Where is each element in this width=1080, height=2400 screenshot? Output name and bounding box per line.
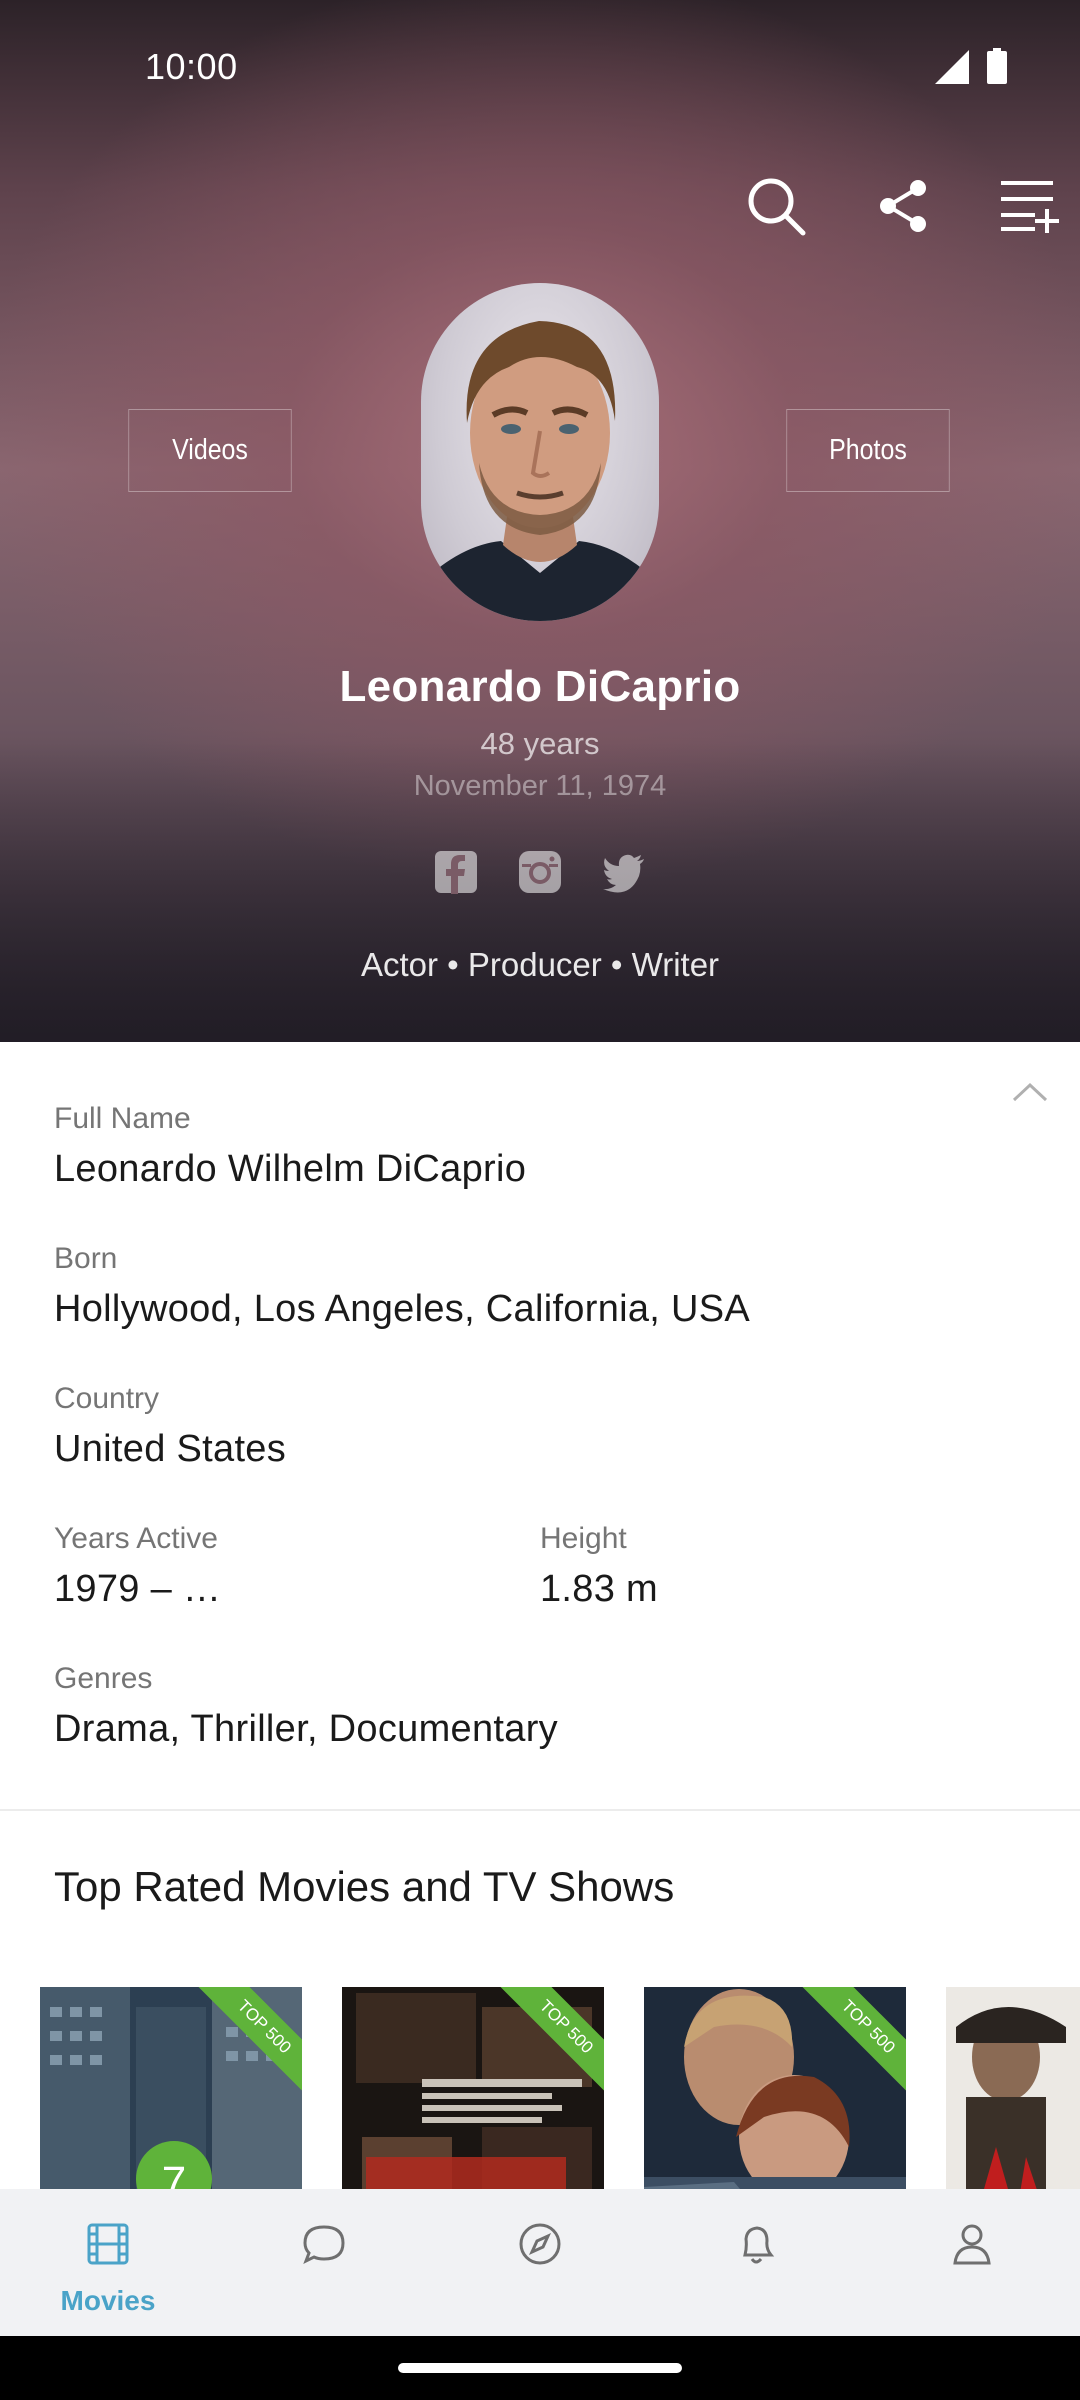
film-icon — [87, 2223, 129, 2265]
actor-name: Leonardo DiCaprio — [339, 662, 741, 711]
top-rated-title: Top Rated Movies and TV Shows — [54, 1863, 675, 1910]
born-value[interactable]: Hollywood, Los Angeles, California, USA — [54, 1288, 750, 1331]
add-to-list-button[interactable] — [994, 170, 1066, 242]
share-button[interactable] — [868, 170, 940, 242]
search-icon — [748, 178, 806, 236]
collapse-button[interactable] — [1002, 1072, 1058, 1112]
details-panel: Full Name Leonardo Wilhelm DiCaprio Born… — [0, 1042, 1080, 1810]
header-actions — [740, 170, 1080, 250]
poster-card[interactable]: TOP 500 — [342, 1987, 604, 2189]
profile-header: 10:00 Videos Photos Leonardo DiCaprio 48… — [0, 0, 1080, 1042]
chevron-up-icon — [1012, 1082, 1048, 1102]
status-bar: 10:00 — [0, 0, 1080, 130]
instagram-link[interactable] — [518, 850, 562, 894]
twitter-link[interactable] — [602, 850, 646, 894]
birth-date: November 11, 1974 — [413, 770, 667, 802]
years-active-label: Years Active — [54, 1522, 218, 1555]
chat-icon — [303, 2225, 345, 2265]
full-name-label: Full Name — [54, 1102, 191, 1135]
nav-discover[interactable] — [432, 2189, 648, 2336]
profile-icon — [953, 2224, 991, 2265]
born-label: Born — [54, 1242, 118, 1275]
full-name-value: Leonardo Wilhelm DiCaprio — [54, 1148, 527, 1190]
social-links — [0, 850, 1080, 900]
poster-card[interactable] — [946, 1987, 1080, 2189]
country-label: Country — [54, 1382, 160, 1415]
share-icon — [880, 180, 926, 232]
battery-icon — [987, 48, 1007, 84]
system-gesture-bar — [0, 2336, 1080, 2400]
height-label: Height — [540, 1522, 627, 1555]
instagram-icon — [519, 851, 561, 893]
poster-card[interactable]: TOP 500 7 — [40, 1987, 302, 2189]
status-time: 10:00 — [145, 46, 238, 87]
poster-image — [946, 1987, 1080, 2189]
facebook-icon — [435, 851, 477, 894]
genres-label: Genres — [54, 1662, 153, 1695]
section-divider — [0, 1809, 1080, 1811]
playlist-add-icon — [1001, 181, 1059, 233]
nav-profile[interactable] — [864, 2189, 1080, 2336]
genres-value: Drama, Thriller, Documentary — [54, 1708, 558, 1750]
top-rated-carousel[interactable]: TOP 500 7 TOP 500 TOP 500 — [0, 1987, 1080, 2189]
videos-button[interactable]: Videos — [128, 409, 292, 492]
facebook-link[interactable] — [434, 850, 478, 894]
height-value: 1.83 m — [540, 1568, 658, 1610]
poster-card[interactable]: TOP 500 — [644, 1987, 906, 2189]
twitter-icon — [603, 854, 644, 893]
actor-portrait — [421, 321, 659, 621]
compass-icon — [519, 2223, 561, 2265]
bottom-navigation: Movies — [0, 2189, 1080, 2336]
nav-chat[interactable] — [216, 2189, 432, 2336]
bell-icon — [743, 2226, 775, 2264]
avatar[interactable] — [421, 283, 659, 621]
years-active-value: 1979 – … — [54, 1568, 222, 1610]
cell-signal-icon — [935, 50, 969, 84]
nav-notifications[interactable] — [648, 2189, 864, 2336]
actor-age: 48 years — [480, 726, 600, 761]
country-value: United States — [54, 1428, 287, 1470]
nav-movies[interactable]: Movies — [0, 2189, 216, 2336]
photos-button[interactable]: Photos — [786, 409, 950, 492]
home-gesture-handle[interactable] — [398, 2363, 682, 2373]
search-button[interactable] — [740, 170, 812, 242]
actor-roles: Actor • Producer • Writer — [360, 946, 720, 983]
nav-movies-label: Movies — [60, 2285, 156, 2316]
